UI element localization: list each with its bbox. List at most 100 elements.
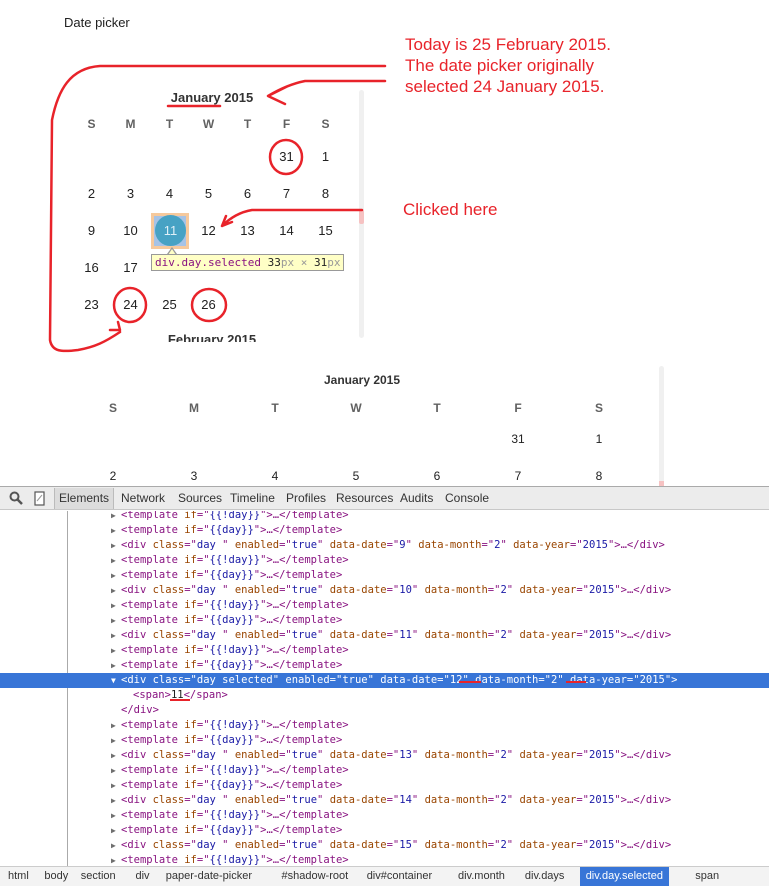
calendar-day[interactable]: 12 <box>189 223 228 238</box>
dom-node-row[interactable]: <span>11</span> <box>0 688 769 703</box>
dom-node-row[interactable]: ▶ <template if="{{day}}">…</template> <box>0 823 769 838</box>
expand-triangle-icon[interactable]: ▶ <box>111 853 121 866</box>
breadcrumb-item[interactable]: paper-date-picker <box>160 867 258 886</box>
dom-node-row[interactable]: ▶ <template if="{{!day}}">…</template> <box>0 808 769 823</box>
tab-elements[interactable]: Elements <box>54 488 115 509</box>
device-mode-icon[interactable] <box>34 491 50 507</box>
breadcrumb-item[interactable]: div#container <box>361 867 438 886</box>
calendar-day[interactable]: 26 <box>189 297 228 312</box>
calendar-day[interactable]: 4 <box>150 186 189 201</box>
dom-node-row[interactable]: </div> <box>0 703 769 718</box>
dom-node-row[interactable]: ▶ <template if="{{!day}}">…</template> <box>0 511 769 523</box>
expand-triangle-icon[interactable]: ▶ <box>111 583 121 598</box>
tab-profiles[interactable]: Profiles <box>286 491 326 505</box>
breadcrumb-item[interactable]: #shadow-root <box>276 867 355 886</box>
tab-console[interactable]: Console <box>445 491 489 505</box>
calendar-day[interactable]: 16 <box>72 260 111 275</box>
expand-triangle-icon[interactable]: ▶ <box>111 748 121 763</box>
dom-node-row[interactable]: ▶ <template if="{{day}}">…</template> <box>0 658 769 673</box>
calendar-day[interactable]: 25 <box>150 297 189 312</box>
selected-day[interactable]: 11 <box>155 215 186 246</box>
dom-node-row[interactable]: ▶ <template if="{{!day}}">…</template> <box>0 718 769 733</box>
dom-node-row[interactable]: ▶ <template if="{{!day}}">…</template> <box>0 553 769 568</box>
breadcrumb-item[interactable]: div.month <box>452 867 511 886</box>
dom-node-row[interactable]: ▶ <template if="{{day}}">…</template> <box>0 523 769 538</box>
dom-node-row[interactable]: ▶ <div class="day " enabled="true" data-d… <box>0 583 769 598</box>
breadcrumb-item[interactable]: html <box>2 867 35 886</box>
breadcrumb-item[interactable]: div.days <box>519 867 571 886</box>
expand-triangle-icon[interactable]: ▶ <box>111 718 121 733</box>
expand-triangle-icon[interactable]: ▶ <box>111 733 121 748</box>
calendar-day[interactable]: 3 <box>164 469 224 483</box>
expand-triangle-icon[interactable]: ▶ <box>111 598 121 613</box>
calendar-day[interactable]: 24 <box>111 297 150 312</box>
calendar-day[interactable]: 2 <box>72 186 111 201</box>
dom-node-row[interactable]: ▶ <template if="{{day}}">…</template> <box>0 613 769 628</box>
expand-triangle-icon[interactable]: ▶ <box>111 568 121 583</box>
calendar-day[interactable]: 1 <box>569 432 629 446</box>
calendar-day[interactable]: 6 <box>407 469 467 483</box>
calendar-day[interactable]: 8 <box>306 186 345 201</box>
calendar-day[interactable]: 6 <box>228 186 267 201</box>
dom-node-row[interactable]: ▶ <div class="day " enabled="true" data-d… <box>0 838 769 853</box>
calendar-day[interactable]: 31 <box>488 432 548 446</box>
calendar-day[interactable]: 13 <box>228 223 267 238</box>
expand-triangle-icon[interactable]: ▶ <box>111 793 121 808</box>
collapse-triangle-icon[interactable]: ▼ <box>111 673 121 688</box>
expand-triangle-icon[interactable]: ▶ <box>111 553 121 568</box>
tab-audits[interactable]: Audits <box>400 491 433 505</box>
dom-node-row[interactable]: ▼ <div class="day selected" enabled="true… <box>0 673 769 688</box>
calendar-day[interactable]: 15 <box>306 223 345 238</box>
expand-triangle-icon[interactable]: ▶ <box>111 643 121 658</box>
calendar-day[interactable]: 2 <box>83 469 143 483</box>
calendar-day[interactable]: 5 <box>326 469 386 483</box>
tab-resources[interactable]: Resources <box>336 491 393 505</box>
breadcrumb-item[interactable]: body <box>38 867 74 886</box>
calendar-day[interactable]: 7 <box>488 469 548 483</box>
expand-triangle-icon[interactable]: ▶ <box>111 763 121 778</box>
breadcrumb-item[interactable]: div <box>130 867 156 886</box>
tab-sources[interactable]: Sources <box>178 491 222 505</box>
calendar-day[interactable]: 3 <box>111 186 150 201</box>
dom-node-row[interactable]: ▶ <template if="{{day}}">…</template> <box>0 733 769 748</box>
dom-node-row[interactable]: ▶ <template if="{{day}}">…</template> <box>0 778 769 793</box>
expand-triangle-icon[interactable]: ▶ <box>111 523 121 538</box>
search-icon[interactable] <box>9 491 25 507</box>
dom-node-row[interactable]: ▶ <template if="{{!day}}">…</template> <box>0 853 769 866</box>
calendar-day[interactable]: 4 <box>245 469 305 483</box>
elements-dom-tree[interactable]: ▶ <template if="{{!day}}">…</template> ▶ <t… <box>0 511 769 866</box>
breadcrumb-item[interactable]: section <box>75 867 122 886</box>
calendar-day[interactable]: 9 <box>72 223 111 238</box>
expand-triangle-icon[interactable]: ▶ <box>111 778 121 793</box>
dom-node-row[interactable]: ▶ <div class="day " enabled="true" data-d… <box>0 748 769 763</box>
dom-node-row[interactable]: ▶ <template if="{{!day}}">…</template> <box>0 643 769 658</box>
expand-triangle-icon[interactable]: ▶ <box>111 613 121 628</box>
expand-triangle-icon[interactable]: ▶ <box>111 808 121 823</box>
dom-node-row[interactable]: ▶ <div class="day " enabled="true" data-d… <box>0 793 769 808</box>
calendar-day[interactable]: 14 <box>267 223 306 238</box>
calendar-day[interactable]: 7 <box>267 186 306 201</box>
dom-node-row[interactable]: ▶ <div class="day " enabled="true" data-d… <box>0 538 769 553</box>
calendar-day[interactable]: 8 <box>569 469 629 483</box>
breadcrumb-item[interactable]: span <box>689 867 725 886</box>
calendar-day[interactable]: 17 <box>111 260 150 275</box>
tab-timeline[interactable]: Timeline <box>230 491 275 505</box>
calendar-scrollbar-large[interactable] <box>659 366 664 486</box>
calendar-day[interactable]: 31 <box>267 149 306 164</box>
dom-node-row[interactable]: ▶ <template if="{{!day}}">…</template> <box>0 598 769 613</box>
dom-node-row[interactable]: ▶ <template if="{{!day}}">…</template> <box>0 763 769 778</box>
dom-node-row[interactable]: ▶ <template if="{{day}}">…</template> <box>0 568 769 583</box>
calendar-scrollbar-thumb[interactable] <box>359 210 364 224</box>
breadcrumb-item[interactable]: div.day.selected <box>579 867 669 886</box>
expand-triangle-icon[interactable]: ▶ <box>111 823 121 838</box>
expand-triangle-icon[interactable]: ▶ <box>111 538 121 553</box>
tab-network[interactable]: Network <box>121 491 165 505</box>
calendar-day[interactable]: 10 <box>111 223 150 238</box>
calendar-day[interactable]: 5 <box>189 186 228 201</box>
expand-triangle-icon[interactable]: ▶ <box>111 628 121 643</box>
expand-triangle-icon[interactable]: ▶ <box>111 838 121 853</box>
calendar-day[interactable]: 23 <box>72 297 111 312</box>
expand-triangle-icon[interactable]: ▶ <box>111 658 121 673</box>
dom-node-row[interactable]: ▶ <div class="day " enabled="true" data-d… <box>0 628 769 643</box>
expand-triangle-icon[interactable]: ▶ <box>111 511 121 523</box>
